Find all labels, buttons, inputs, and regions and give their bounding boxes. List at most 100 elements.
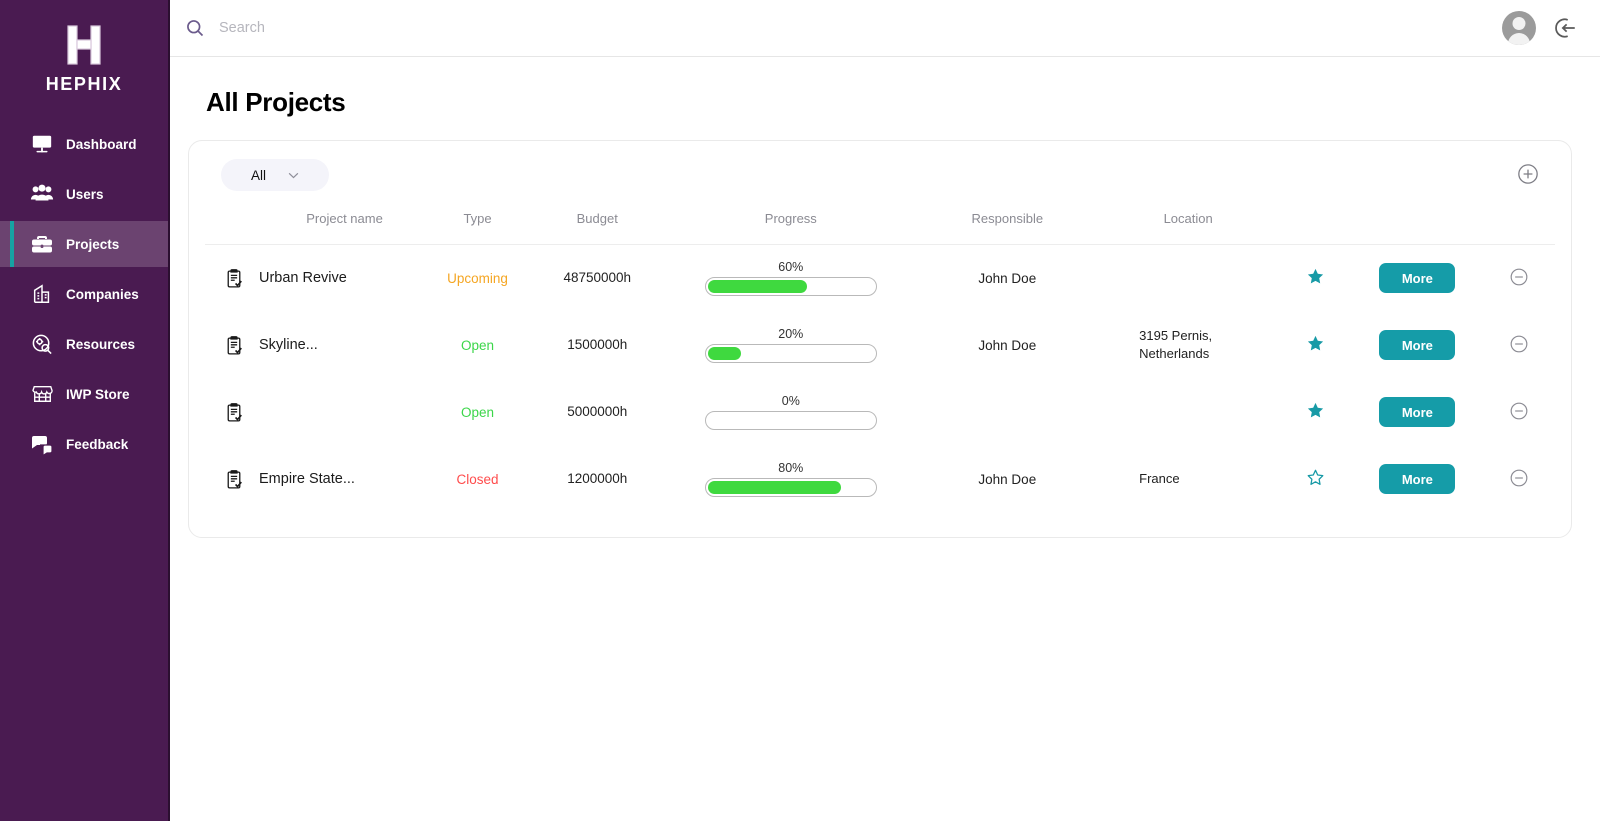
table-row: Skyline... Open 1500000h 20% John Doe 31… [205, 312, 1555, 379]
cell-remove [1484, 245, 1555, 312]
sidebar-item-projects[interactable]: Projects [0, 221, 168, 267]
cell-location: 3195 Pernis, Netherlands [1096, 312, 1279, 379]
status-badge: Closed [456, 471, 499, 487]
progress-label: 0% [781, 394, 800, 408]
sidebar-item-feedback[interactable]: Feedback [0, 421, 168, 467]
cell-budget: 48750000h [531, 245, 663, 312]
clipboard-check-icon [223, 468, 245, 490]
responsible-text: John Doe [978, 337, 1037, 353]
cell-location [1096, 379, 1279, 446]
more-button[interactable]: More [1379, 464, 1456, 494]
table-row: Urban Revive Upcoming 48750000h 60% John… [205, 245, 1555, 312]
minus-circle-icon[interactable] [1509, 468, 1529, 488]
progress-label: 20% [778, 327, 804, 341]
cell-favorite [1280, 446, 1351, 513]
column-header-favorite [1279, 211, 1352, 245]
sidebar-item-label: Dashboard [66, 136, 137, 152]
minus-circle-icon[interactable] [1509, 401, 1529, 421]
cell-type: Open [424, 379, 531, 446]
responsible-text: John Doe [978, 471, 1037, 487]
minus-circle-icon[interactable] [1509, 267, 1529, 287]
cell-responsible: John Doe [918, 446, 1096, 513]
status-badge: Open [461, 404, 495, 420]
logo-wordmark: HEPHIX [45, 74, 123, 94]
column-header-progress: Progress [663, 211, 919, 245]
briefcase-icon [30, 232, 54, 256]
progress-label: 80% [778, 461, 804, 475]
cell-project-name: Urban Revive [205, 245, 424, 312]
presentation-board-icon [30, 132, 54, 156]
column-header-budget: Budget [531, 211, 664, 245]
star-outline-icon[interactable] [1306, 468, 1325, 487]
location-text: 3195 Pernis, Netherlands [1139, 327, 1213, 361]
sidebar-item-label: IWP Store [66, 386, 130, 402]
sidebar-nav: Dashboard Users Projects Companies Resou… [0, 121, 168, 467]
sidebar-item-companies[interactable]: Companies [0, 271, 168, 317]
sidebar-item-label: Resources [66, 336, 136, 352]
clipboard-check-icon [223, 401, 245, 423]
cell-responsible: John Doe [918, 312, 1096, 379]
minus-circle-icon[interactable] [1509, 334, 1529, 354]
responsible-text: John Doe [978, 270, 1037, 286]
cell-more: More [1351, 245, 1483, 312]
cell-remove [1484, 379, 1555, 446]
table-body: Urban Revive Upcoming 48750000h 60% John… [205, 245, 1555, 513]
cell-progress: 0% [663, 379, 918, 446]
more-button[interactable]: More [1379, 263, 1456, 294]
more-button[interactable]: More [1379, 330, 1456, 360]
cell-budget: 1500000h [531, 312, 663, 379]
sidebar-item-users[interactable]: Users [0, 171, 168, 217]
clipboard-check-icon [223, 334, 245, 356]
search-box[interactable] [184, 17, 1502, 39]
cell-project-name: Skyline... [205, 312, 424, 379]
column-header-remove [1483, 211, 1555, 245]
cell-progress: 80% [663, 446, 918, 513]
cell-progress: 20% [663, 312, 918, 379]
column-header-location: Location [1096, 211, 1280, 245]
sidebar-item-iwp-store[interactable]: IWP Store [0, 371, 168, 417]
table-row: Open 5000000h 0% More [205, 379, 1555, 446]
cell-more: More [1351, 312, 1483, 379]
cell-remove [1484, 312, 1555, 379]
budget-text: 1500000h [567, 337, 628, 353]
filter-value: All [250, 167, 266, 183]
cell-type: Upcoming [424, 245, 531, 312]
app-logo: HEPHIX [0, 0, 168, 95]
cell-location: France [1096, 446, 1279, 513]
status-badge: Open [461, 337, 495, 353]
star-filled-icon[interactable] [1306, 401, 1325, 420]
cell-budget: 5000000h [531, 379, 663, 446]
page-content: All Projects All Project name Type Budge… [170, 57, 1600, 538]
progress-fill [707, 280, 808, 294]
projects-card: All Project name Type Budget Progress Re… [188, 140, 1572, 538]
sidebar-item-label: Users [66, 186, 104, 202]
star-filled-icon[interactable] [1306, 267, 1325, 286]
cell-type: Closed [424, 446, 531, 513]
cell-progress: 60% [663, 245, 918, 312]
cell-project-name [205, 379, 424, 446]
page-title: All Projects [206, 87, 346, 117]
plus-circle-icon[interactable] [1517, 163, 1541, 187]
progress-bar [704, 277, 877, 297]
avatar[interactable] [1502, 11, 1536, 45]
sidebar-item-dashboard[interactable]: Dashboard [0, 121, 168, 167]
more-button[interactable]: More [1379, 397, 1456, 427]
cell-project-name: Empire State... [205, 446, 424, 513]
budget-text: 1200000h [567, 471, 628, 487]
progress-bar [704, 344, 877, 363]
search-input[interactable] [219, 20, 679, 36]
location-text: France [1139, 470, 1180, 486]
column-header-type: Type [424, 211, 532, 245]
filter-dropdown[interactable]: All [221, 159, 329, 191]
column-header-responsible: Responsible [918, 211, 1097, 245]
clipboard-check-icon [223, 267, 245, 289]
sidebar-item-resources[interactable]: Resources [0, 321, 168, 367]
star-filled-icon[interactable] [1306, 334, 1325, 353]
cell-remove [1484, 446, 1555, 513]
search-icon [184, 17, 206, 39]
cell-location [1096, 245, 1279, 312]
card-toolbar: All [205, 159, 1555, 191]
logout-icon[interactable] [1552, 15, 1578, 41]
cell-budget: 1200000h [531, 446, 663, 513]
sidebar-item-label: Feedback [66, 436, 129, 452]
